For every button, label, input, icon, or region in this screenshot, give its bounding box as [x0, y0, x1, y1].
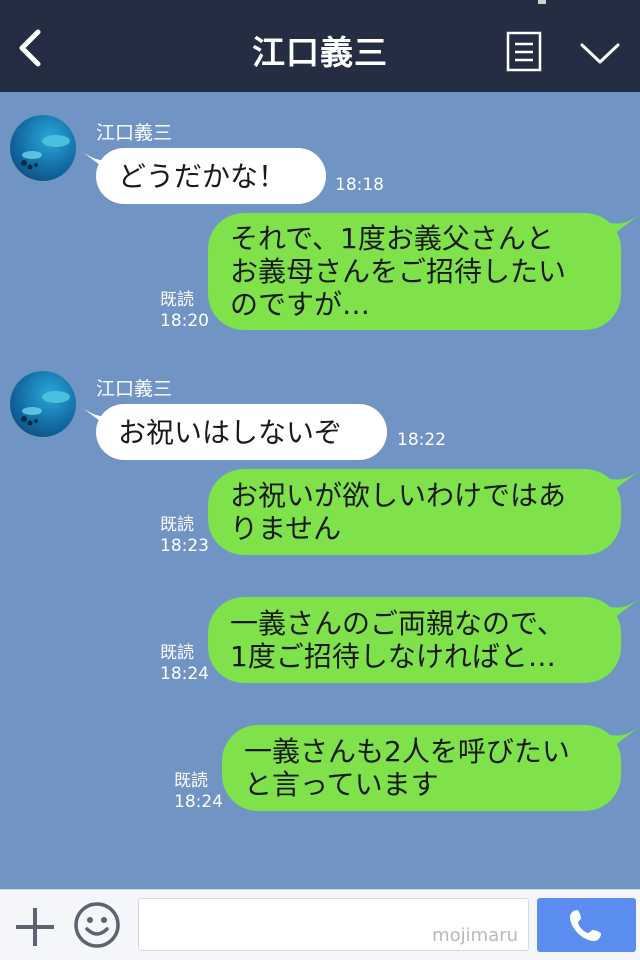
read-receipt: 既読: [160, 643, 194, 663]
message-bubble-incoming[interactable]: お祝いはしないぞ: [96, 404, 387, 460]
note-icon: [506, 31, 542, 72]
plus-icon: [16, 908, 54, 946]
read-receipt: 既読: [174, 771, 208, 791]
message-bubble-incoming[interactable]: どうだかな！: [96, 148, 326, 204]
chat-area[interactable]: 江口義三 どうだかな！ 18:18 既読 18:20 それで、1度お義父さんと …: [0, 92, 640, 889]
message-time: 18:18: [335, 175, 384, 195]
message-time: 18:23: [160, 536, 209, 556]
read-receipt: 既読: [160, 290, 194, 310]
read-receipt: 既読: [160, 515, 194, 535]
smile-icon: [74, 902, 120, 948]
watermark: mojimaru: [432, 925, 518, 946]
chevron-down-icon: [580, 43, 620, 64]
message-time: 18:24: [160, 664, 209, 684]
message-input[interactable]: mojimaru: [138, 898, 529, 951]
emoji-button[interactable]: [73, 901, 121, 949]
sender-name: 江口義三: [96, 378, 173, 400]
note-button[interactable]: [506, 31, 542, 72]
chat-header: 江口義三: [0, 0, 640, 92]
message-time: 18:24: [174, 792, 223, 812]
fish-avatar-image: [21, 391, 70, 426]
avatar[interactable]: [10, 115, 76, 181]
call-button[interactable]: [537, 898, 636, 952]
fish-avatar-image: [21, 135, 70, 170]
sender-name: 江口義三: [96, 122, 173, 144]
avatar[interactable]: [10, 371, 76, 437]
bubble-tail: [610, 471, 640, 493]
message-bubble-outgoing[interactable]: 一義さんも2人を呼びたい と言っています: [222, 725, 621, 811]
bubble-tail: [610, 727, 640, 749]
message-bubble-outgoing[interactable]: それで、1度お義父さんと お義母さんをご招待したい のですが…: [208, 213, 621, 330]
bubble-tail: [610, 215, 640, 237]
add-attachment-button[interactable]: [14, 906, 56, 948]
message-bubble-outgoing[interactable]: 一義さんのご両親なので、 1度ご招待しなければと…: [208, 597, 621, 683]
expand-menu-button[interactable]: [579, 38, 621, 68]
phone-icon: [570, 910, 601, 941]
message-time: 18:20: [160, 311, 209, 331]
chat-title: 江口義三: [252, 33, 388, 72]
message-bubble-outgoing[interactable]: お祝いが欲しいわけではあ りません: [208, 469, 621, 555]
bubble-tail: [610, 599, 640, 621]
input-bar: mojimaru: [0, 889, 640, 960]
message-time: 18:22: [397, 430, 446, 450]
status-indicator: [538, 0, 546, 4]
